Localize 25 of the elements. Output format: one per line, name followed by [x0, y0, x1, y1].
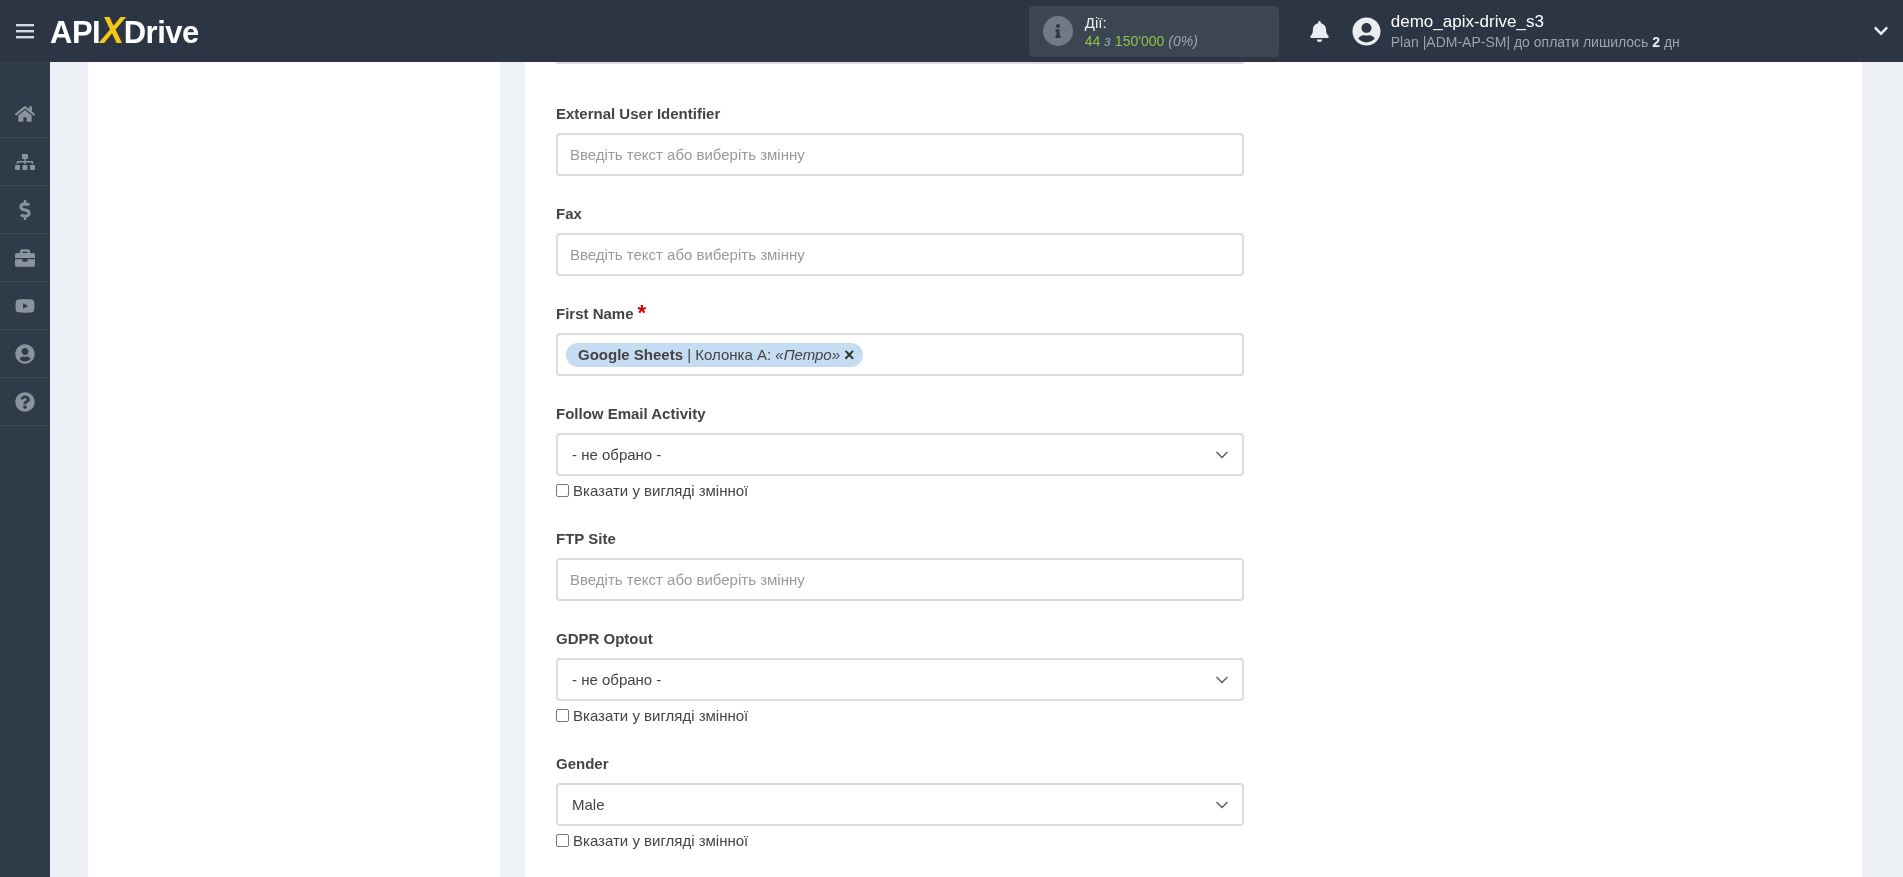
- select-field[interactable]: - не обрано -: [556, 658, 1244, 701]
- field-label: Fax: [556, 205, 582, 222]
- field-label: External User Identifier: [556, 105, 721, 122]
- tag-text: Google Sheets | Колонка A: «Петро»: [578, 346, 841, 363]
- actions-label: Дії:: [1084, 13, 1108, 31]
- plan-info: Plan |ADM-AP-SM| до оплати лишилось 2 дн: [1390, 34, 1680, 50]
- tag-field[interactable]: Google Sheets | Колонка A: «Петро» ×: [556, 333, 1244, 376]
- text-field[interactable]: Введіть текст або виберіть змінну: [556, 233, 1244, 276]
- select-field[interactable]: Male: [556, 783, 1244, 826]
- checkbox-label: Вказати у вигляді змінної: [573, 706, 749, 724]
- field-label: GDPR Optout: [556, 630, 653, 647]
- user-name: demo_apix-drive_s3: [1390, 12, 1545, 32]
- remove-button[interactable]: ×: [844, 345, 855, 364]
- field-label: FTP Site: [556, 530, 616, 547]
- checkbox-label: Вказати у вигляді змінної: [573, 481, 749, 499]
- field-label: Follow Email Activity: [556, 405, 706, 422]
- field-label: Gender: [556, 755, 609, 772]
- select-field[interactable]: - не обрано -: [556, 433, 1244, 476]
- logo[interactable]: APIXDrive: [50, 10, 199, 52]
- checkbox-label: Вказати у вигляді змінної: [573, 831, 749, 849]
- text-field[interactable]: Введіть текст або виберіть змінну: [556, 558, 1244, 601]
- field-label: First Name: [556, 305, 634, 322]
- required-icon: *: [637, 305, 647, 321]
- actions-usage: 44 з 150'000 (0%): [1084, 32, 1198, 49]
- text-field[interactable]: Введіть текст або виберіть змінну: [556, 133, 1244, 176]
